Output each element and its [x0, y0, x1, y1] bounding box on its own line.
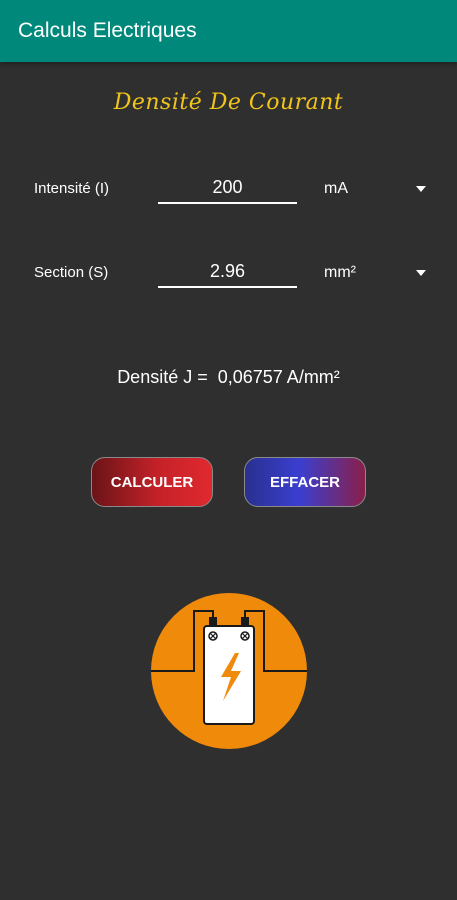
caret-down-icon [416, 270, 426, 276]
clear-button[interactable]: EFFACER [244, 457, 366, 507]
caret-down-icon [416, 186, 426, 192]
clear-button-label: EFFACER [269, 473, 340, 491]
calculate-button-label: CALCULER [110, 473, 194, 491]
section-unit-value: mm² [324, 264, 356, 281]
app-bar: Calculs Electriques [0, 0, 457, 62]
section-label: Section (S) [34, 264, 109, 281]
section-unit-select[interactable]: mm² [324, 260, 430, 286]
intensity-unit-value: mA [324, 180, 348, 197]
calculate-button[interactable]: CALCULER [91, 457, 213, 507]
page-heading: Densité De Courant [113, 90, 344, 115]
section-input[interactable]: 2.96 [158, 256, 297, 288]
app-title: Calculs Electriques [18, 19, 197, 42]
result-text: Densité J = 0,06757 A/mm² [117, 367, 340, 387]
battery-lightning-icon [151, 593, 307, 749]
intensity-unit-select[interactable]: mA [324, 176, 430, 202]
intensity-label: Intensité (I) [34, 180, 110, 197]
intensity-input[interactable]: 200 [158, 172, 297, 204]
